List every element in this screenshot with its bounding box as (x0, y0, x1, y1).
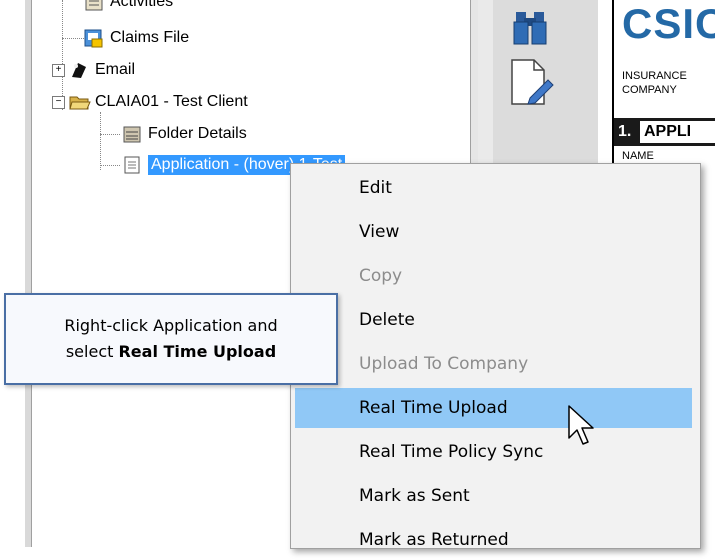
menu-item-view[interactable]: View (295, 212, 692, 252)
menu-item-delete[interactable]: Delete (295, 300, 692, 340)
tree-panel-border (25, 0, 32, 547)
tree-item-label: Email (95, 61, 136, 78)
tree-item-label: Claims File (110, 29, 190, 46)
name-label: NAME (622, 150, 654, 162)
claims-file-icon (84, 28, 104, 48)
tree-item-folder-details[interactable]: Folder Details (122, 122, 247, 146)
callout-emphasis: Real Time Upload (118, 342, 277, 361)
instruction-callout: Right-click Application and select Real … (4, 293, 338, 385)
insurance-label: INSURANCE (622, 70, 687, 82)
context-menu: Edit View Copy Delete Upload To Company … (290, 163, 701, 550)
menu-item-edit[interactable]: Edit (295, 168, 692, 208)
binoculars-icon[interactable] (512, 8, 548, 46)
tree-item-label: CLAIA01 - Test Client (95, 93, 248, 110)
tree-item-claims-file[interactable]: Claims File (84, 26, 189, 50)
menu-item-mark-as-sent[interactable]: Mark as Sent (295, 476, 692, 516)
menu-item-mark-as-returned[interactable]: Mark as Returned (295, 520, 692, 560)
mouse-pointer-icon (565, 404, 599, 448)
callout-line-2: select Real Time Upload (6, 339, 336, 365)
menu-item-copy[interactable]: Copy (295, 256, 692, 296)
expand-plus-icon[interactable]: + (52, 63, 65, 77)
collapse-minus-icon[interactable]: − (52, 95, 65, 109)
menu-item-upload-to-company[interactable]: Upload To Company (295, 344, 692, 384)
menu-item-real-time-policy-sync[interactable]: Real Time Policy Sync (295, 432, 692, 472)
menu-item-real-time-upload[interactable]: Real Time Upload (295, 388, 692, 428)
folder-details-icon (122, 124, 142, 144)
section-number: 1. (618, 123, 632, 140)
edit-document-icon[interactable] (508, 58, 556, 108)
tree-item-activities[interactable]: Activities (84, 0, 173, 14)
tree-item-label: Folder Details (148, 125, 247, 142)
application-document-icon (122, 155, 142, 175)
tree-line (100, 112, 101, 170)
tree-line (62, 38, 84, 39)
callout-text: select (65, 342, 119, 361)
company-label: COMPANY (622, 84, 677, 96)
callout-line-1: Right-click Application and (64, 316, 278, 335)
tree-item-label: Activities (110, 0, 174, 10)
section-header: 1. APPLI (614, 118, 715, 146)
tree-item-client-folder[interactable]: − CLAIA01 - Test Client (52, 90, 248, 114)
tree-line (100, 165, 120, 166)
open-folder-icon (69, 92, 91, 112)
section-label: APPLI (640, 121, 715, 143)
tree-line (100, 134, 120, 135)
email-icon (69, 60, 89, 80)
activities-icon (84, 0, 104, 12)
tree-item-email[interactable]: + Email (52, 58, 135, 82)
company-logo: CSIC (622, 0, 715, 47)
